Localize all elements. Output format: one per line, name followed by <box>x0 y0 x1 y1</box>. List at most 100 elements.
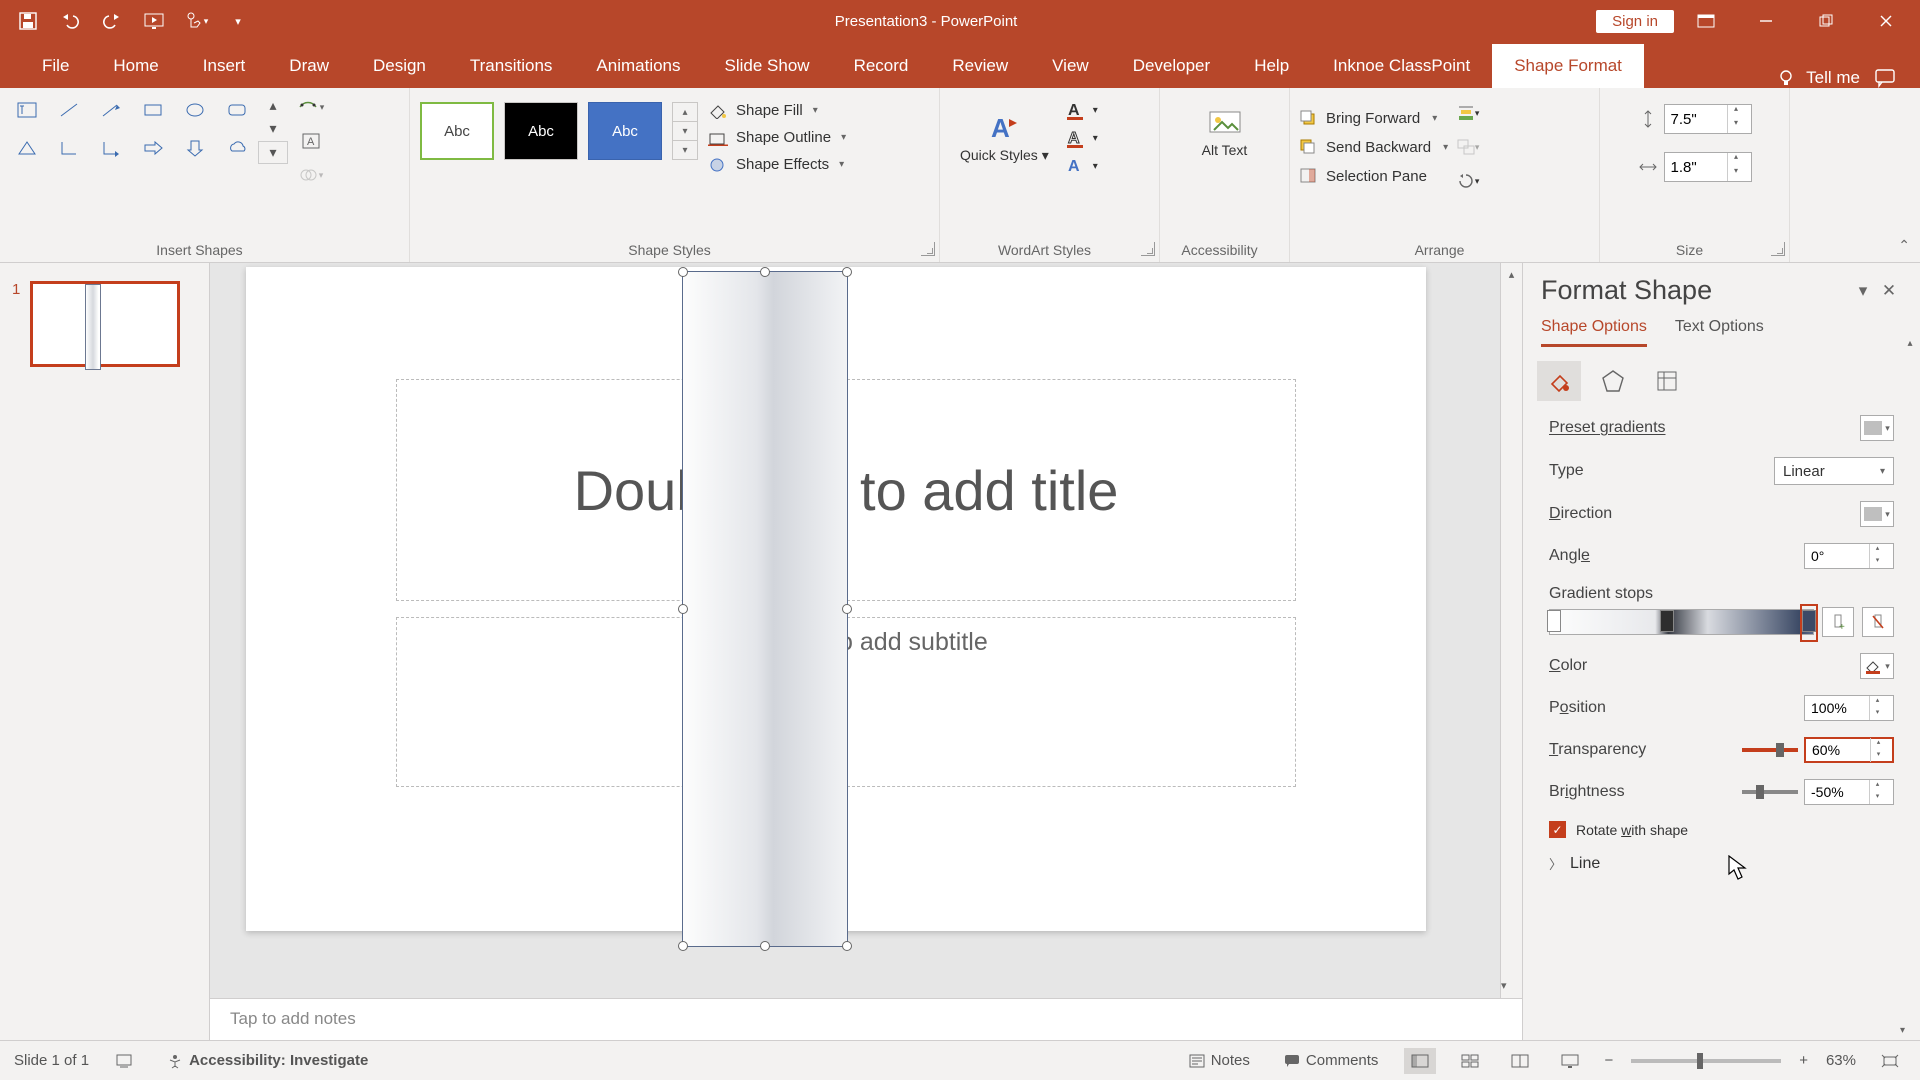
quick-styles-button[interactable]: A Quick Styles ▾ <box>950 107 1059 170</box>
qat-customize-icon[interactable]: ▾ <box>220 4 256 38</box>
shape-outline-button[interactable]: Shape Outline▾ <box>708 129 846 146</box>
slide-canvas[interactable]: Double tap to add title Double tap to ad… <box>246 267 1426 931</box>
normal-view-icon[interactable] <box>1404 1048 1436 1074</box>
redo-icon[interactable] <box>94 4 130 38</box>
text-effects-button[interactable]: A▾ <box>1065 156 1098 176</box>
resize-handle-bm[interactable] <box>760 941 770 951</box>
text-fill-button[interactable]: A▾ <box>1065 100 1098 120</box>
zoom-level[interactable]: 63% <box>1826 1052 1856 1069</box>
shape-oval-icon[interactable] <box>178 94 212 126</box>
tell-me-search[interactable]: Tell me <box>1776 68 1860 88</box>
size-dialog-launcher[interactable] <box>1771 242 1785 256</box>
effects-category-icon[interactable] <box>1591 361 1635 401</box>
shape-line-arrow-icon[interactable] <box>94 94 128 126</box>
preset-gradients-dropdown[interactable]: ▾ <box>1860 415 1894 441</box>
zoom-out-icon[interactable]: − <box>1604 1052 1613 1069</box>
tab-record[interactable]: Record <box>832 44 931 88</box>
tab-classpoint[interactable]: Inknoe ClassPoint <box>1311 44 1492 88</box>
text-box-button[interactable]: A <box>296 128 326 154</box>
resize-handle-mr[interactable] <box>842 604 852 614</box>
shape-style-3[interactable]: Abc <box>588 102 662 160</box>
group-button[interactable]: ▾ <box>1454 136 1482 158</box>
shapes-gallery-scroll-up[interactable]: ▴ <box>258 94 288 117</box>
pane-tab-shape-options[interactable]: Shape Options <box>1541 318 1647 347</box>
status-language-icon[interactable] <box>107 1049 141 1073</box>
shape-cloud-icon[interactable] <box>220 132 254 164</box>
position-input[interactable]: ▴▾ <box>1804 695 1894 721</box>
shape-style-1[interactable]: Abc <box>420 102 494 160</box>
shape-rectangle-icon[interactable] <box>136 94 170 126</box>
reading-view-icon[interactable] <box>1504 1048 1536 1074</box>
slide-sorter-view-icon[interactable] <box>1454 1048 1486 1074</box>
pane-options-icon[interactable]: ▾ <box>1850 281 1876 301</box>
shape-arrow-down-icon[interactable] <box>178 132 212 164</box>
shape-textbox-icon[interactable] <box>10 94 44 126</box>
resize-handle-tl[interactable] <box>678 267 688 277</box>
remove-gradient-stop-icon[interactable] <box>1862 607 1894 637</box>
tab-transitions[interactable]: Transitions <box>448 44 575 88</box>
slide-editor[interactable]: Double tap to add title Double tap to ad… <box>210 263 1522 1040</box>
scroll-down-icon[interactable]: ▾ <box>1501 974 1507 996</box>
add-gradient-stop-icon[interactable]: + <box>1822 607 1854 637</box>
comments-pane-icon[interactable] <box>1874 68 1896 88</box>
zoom-in-icon[interactable]: + <box>1799 1052 1808 1069</box>
rotate-with-shape-checkbox[interactable]: ✓ <box>1549 821 1566 838</box>
tab-home[interactable]: Home <box>91 44 180 88</box>
collapse-ribbon-icon[interactable]: ⌃ <box>1898 237 1910 254</box>
pane-close-icon[interactable]: ✕ <box>1876 281 1902 301</box>
brightness-input[interactable]: ▴▾ <box>1804 779 1894 805</box>
line-expander[interactable]: 〉Line <box>1549 854 1894 873</box>
touch-mode-icon[interactable]: ▾ <box>178 4 214 38</box>
status-comments-button[interactable]: Comments <box>1276 1048 1387 1073</box>
tab-animations[interactable]: Animations <box>574 44 702 88</box>
slideshow-view-icon[interactable] <box>1554 1048 1586 1074</box>
scroll-up-icon[interactable]: ▴ <box>1501 263 1522 285</box>
slide-thumbnail-1[interactable] <box>30 281 180 367</box>
ribbon-display-icon[interactable] <box>1678 0 1734 42</box>
shape-fill-button[interactable]: Shape Fill▾ <box>708 102 846 119</box>
slide-thumbnail-pane[interactable]: 1 <box>0 263 210 1040</box>
shapes-gallery[interactable] <box>10 94 254 188</box>
shape-effects-button[interactable]: Shape Effects▾ <box>708 156 846 173</box>
shape-arrow-right-icon[interactable] <box>136 132 170 164</box>
tab-design[interactable]: Design <box>351 44 448 88</box>
fill-line-category-icon[interactable] <box>1537 361 1581 401</box>
tab-file[interactable]: File <box>20 44 91 88</box>
gradient-stop-3[interactable] <box>1802 606 1816 640</box>
resize-handle-ml[interactable] <box>678 604 688 614</box>
wordart-dialog-launcher[interactable] <box>1141 242 1155 256</box>
tab-shape-format[interactable]: Shape Format <box>1492 44 1644 88</box>
status-notes-button[interactable]: Notes <box>1181 1048 1258 1073</box>
shape-style-2[interactable]: Abc <box>504 102 578 160</box>
tab-view[interactable]: View <box>1030 44 1111 88</box>
tab-help[interactable]: Help <box>1232 44 1311 88</box>
edit-shape-button[interactable]: ▾ <box>296 94 326 120</box>
shape-height-input[interactable]: ▴▾ <box>1664 104 1752 134</box>
shape-rounded-rect-icon[interactable] <box>220 94 254 126</box>
align-button[interactable]: ▾ <box>1454 102 1482 124</box>
tab-developer[interactable]: Developer <box>1111 44 1233 88</box>
resize-handle-tr[interactable] <box>842 267 852 277</box>
pane-tab-text-options[interactable]: Text Options <box>1675 318 1764 347</box>
tab-review[interactable]: Review <box>930 44 1030 88</box>
resize-handle-tm[interactable] <box>760 267 770 277</box>
send-backward-button[interactable]: Send Backward▾ <box>1300 139 1448 156</box>
gradient-type-dropdown[interactable]: Linear▾ <box>1774 457 1894 485</box>
undo-icon[interactable] <box>52 4 88 38</box>
rotate-button[interactable]: ▾ <box>1454 170 1482 192</box>
gradient-stop-1[interactable] <box>1547 606 1561 640</box>
transparency-input[interactable]: ▴▾ <box>1804 737 1894 763</box>
gradient-stop-2[interactable] <box>1660 606 1674 640</box>
maximize-icon[interactable] <box>1798 0 1854 42</box>
save-icon[interactable] <box>10 4 46 38</box>
selection-pane-button[interactable]: Selection Pane <box>1300 168 1448 185</box>
gradient-direction-dropdown[interactable]: ▾ <box>1860 501 1894 527</box>
zoom-slider[interactable] <box>1631 1059 1781 1063</box>
slide-vertical-scrollbar[interactable]: ▴ ▾ ⏶⏷ <box>1500 263 1522 1040</box>
start-from-beginning-icon[interactable] <box>136 4 172 38</box>
shapes-gallery-more[interactable]: ▾ <box>258 141 288 164</box>
shape-styles-dialog-launcher[interactable] <box>921 242 935 256</box>
close-icon[interactable] <box>1858 0 1914 42</box>
gradient-color-dropdown[interactable]: ▾ <box>1860 653 1894 679</box>
brightness-slider[interactable] <box>1742 790 1798 794</box>
